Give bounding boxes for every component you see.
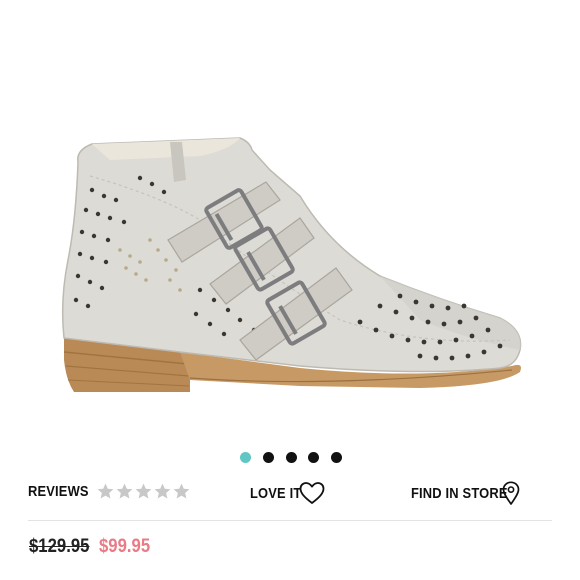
- sale-price: $99.95: [99, 536, 151, 557]
- carousel-dot[interactable]: [263, 452, 274, 463]
- find-in-store-label: FIND IN STORE: [411, 484, 508, 502]
- divider: [28, 520, 552, 521]
- love-it-button[interactable]: LOVE IT: [250, 480, 326, 506]
- star-icon: [97, 483, 114, 499]
- star-icon: [154, 483, 171, 499]
- reviews-label: REVIEWS: [28, 483, 89, 500]
- star-icon: [173, 483, 190, 499]
- love-it-label: LOVE IT: [250, 484, 302, 502]
- product-actions: REVIEWS LOVE IT FIND IN STORE: [0, 478, 580, 510]
- reviews-button[interactable]: REVIEWS: [28, 482, 191, 501]
- carousel-dot[interactable]: [331, 452, 342, 463]
- carousel-dot[interactable]: [286, 452, 297, 463]
- boot-illustration: [61, 137, 522, 392]
- star-icon: [135, 483, 152, 499]
- heart-outline-icon: [299, 482, 325, 504]
- price-block: $129.95 $99.95: [29, 536, 157, 558]
- carousel-indicators: [0, 452, 580, 466]
- carousel-dot[interactable]: [240, 452, 251, 463]
- product-image[interactable]: [0, 0, 580, 440]
- rating-stars: [96, 482, 191, 501]
- original-price: $129.95: [29, 536, 90, 557]
- star-icon: [116, 483, 133, 499]
- find-in-store-button[interactable]: FIND IN STORE: [411, 480, 521, 506]
- carousel-dot[interactable]: [308, 452, 319, 463]
